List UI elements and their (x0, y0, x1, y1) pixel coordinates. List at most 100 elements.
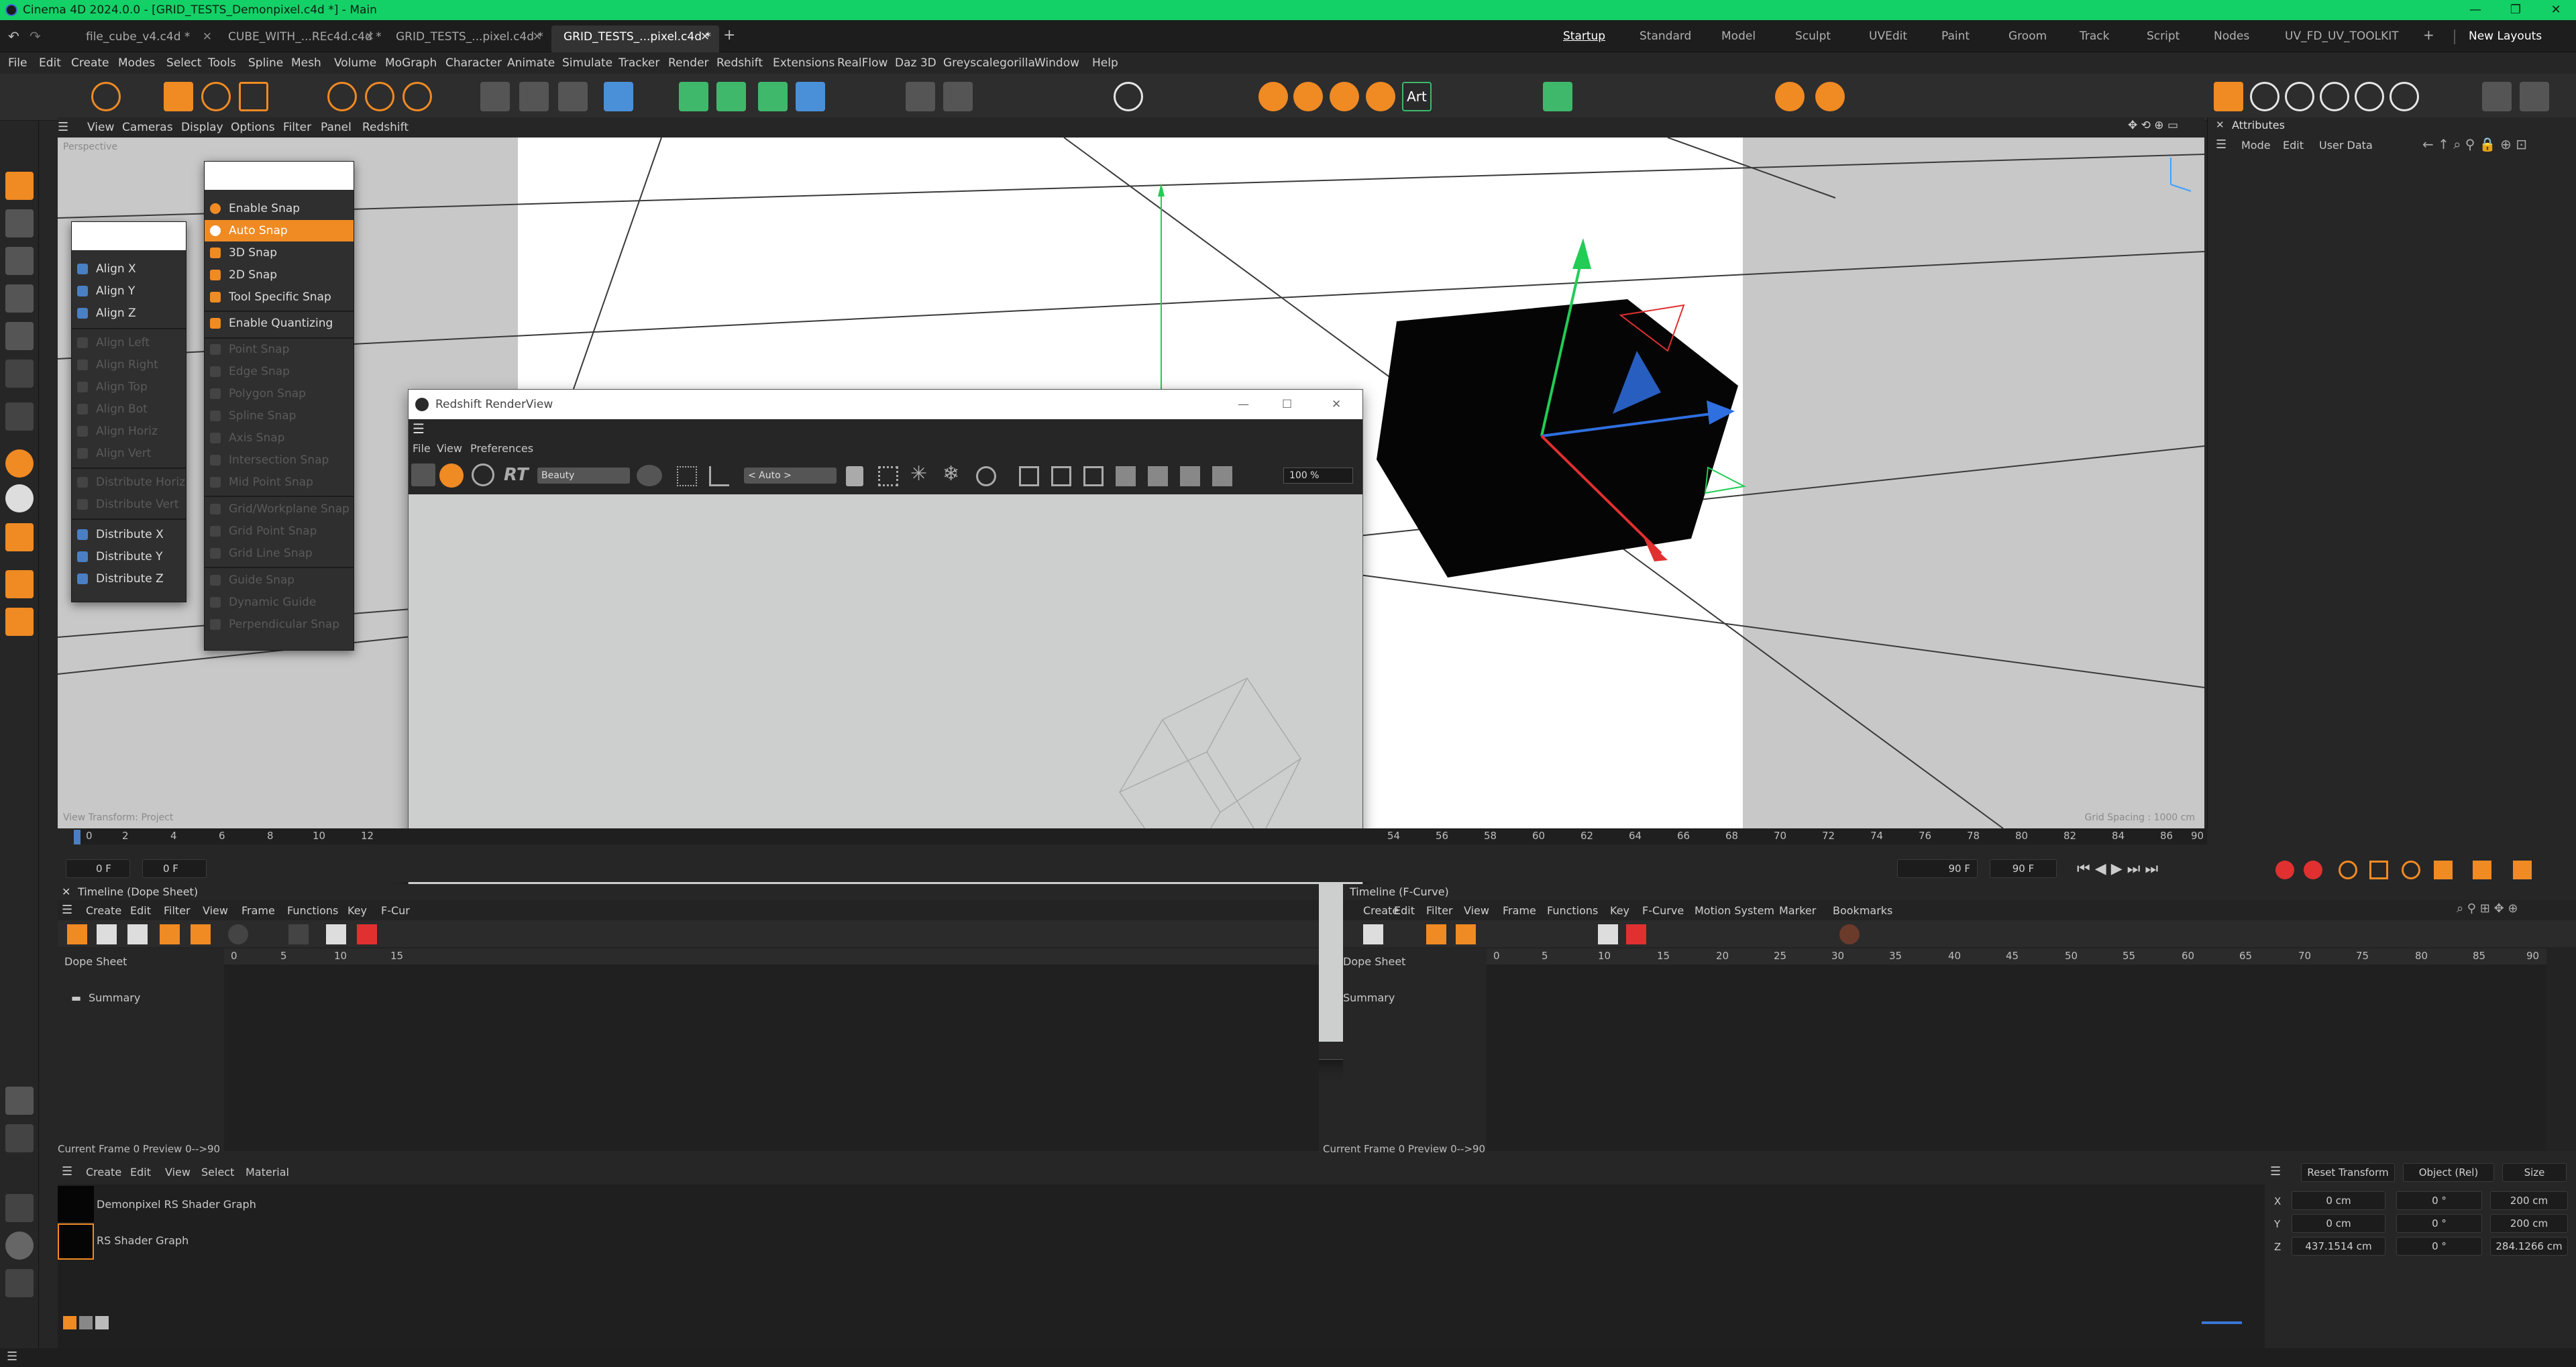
end-frame-field[interactable]: 90 F (1897, 859, 1978, 878)
attributes-nav-icons[interactable]: ← ↑ ⌕ ⚲ 🔒 ⊕ ⊡ (2422, 136, 2527, 152)
keyframe-param-icon[interactable] (2434, 861, 2453, 879)
menu-window[interactable]: Window (1034, 56, 1079, 70)
material-menu-edit[interactable]: Edit (130, 1166, 151, 1179)
dope-menu-key[interactable]: Key (347, 904, 367, 917)
material-name[interactable]: RS Shader Graph (97, 1234, 189, 1247)
scale-tool-icon[interactable] (239, 82, 268, 111)
layout-uvedit[interactable]: UVEdit (1869, 30, 1907, 43)
dope-menu-create[interactable]: Create (86, 904, 121, 917)
add-tab-button[interactable]: + (723, 27, 735, 44)
dope-ruler[interactable] (224, 948, 1319, 965)
subdivision-icon[interactable] (679, 82, 708, 111)
fcurve-menu-bookmarks[interactable]: Bookmarks (1833, 904, 1892, 917)
fcurve-tree-summary[interactable]: Summary (1343, 991, 1395, 1004)
fcurve-tool-icon[interactable] (1426, 924, 1446, 944)
fcurve-menu-motion-system[interactable]: Motion System (1695, 904, 1774, 917)
menu-animate[interactable]: Animate (507, 56, 555, 70)
tool-pulse-icon[interactable] (2214, 82, 2243, 111)
sphere-icon[interactable] (5, 1232, 34, 1260)
axis-mode-icon[interactable] (5, 402, 34, 431)
menu-file[interactable]: File (8, 56, 27, 70)
wave-tool-icon[interactable] (2355, 82, 2384, 111)
doc-tab[interactable]: GRID_TESTS_...pixel.c4d * ✕ (384, 25, 551, 52)
pla-icon[interactable] (2473, 861, 2491, 879)
viewport-menu-view[interactable]: View (87, 121, 114, 134)
renderview-menu-icon[interactable]: ☰ (413, 421, 425, 437)
distribute-y-item[interactable]: Distribute Y (72, 546, 186, 567)
x-axis-lock-icon[interactable] (327, 82, 357, 111)
wave-tool-icon[interactable] (2320, 82, 2349, 111)
close-tab-icon[interactable]: ✕ (700, 25, 710, 48)
aov-select[interactable]: Beauty (537, 468, 630, 484)
wave-tool-icon[interactable] (2390, 82, 2419, 111)
close-tab-icon[interactable]: ✕ (203, 25, 212, 48)
record-icon[interactable] (2275, 861, 2294, 879)
layout-paint[interactable]: Paint (1941, 30, 1970, 43)
dope-menu-edit[interactable]: Edit (130, 904, 151, 917)
keyframe-pos-icon[interactable] (2339, 861, 2357, 879)
snowflake-icon[interactable]: ✳ (910, 462, 927, 486)
fcurve-keys-area[interactable]: 0 5 10 15 20 25 30 35 40 45 50 55 60 65 … (1487, 948, 2546, 1151)
cloner-icon[interactable] (758, 82, 788, 111)
doc-tab[interactable]: file_cube_v4.c4d * ✕ (74, 25, 221, 52)
crop-icon[interactable] (709, 466, 729, 486)
render-settings-icon[interactable] (558, 82, 588, 111)
object-mode-icon[interactable] (5, 172, 34, 200)
dope-tool-icon[interactable] (191, 924, 211, 944)
dope-keys-area[interactable]: 0 5 10 15 (224, 948, 1319, 1151)
size-z-field[interactable]: 284.1266 cm (2490, 1237, 2568, 1256)
wave-tool-icon[interactable] (2250, 82, 2279, 111)
z-axis-lock-icon[interactable] (402, 82, 432, 111)
layout-model[interactable]: Model (1721, 30, 1756, 43)
grid-icon[interactable] (5, 570, 34, 598)
autokey-icon[interactable] (2304, 861, 2322, 879)
menu-mograph[interactable]: MoGraph (385, 56, 437, 70)
art-button[interactable]: Art (1402, 82, 1432, 111)
dope-tool-icon[interactable] (357, 924, 377, 944)
fit-icon[interactable] (1051, 466, 1071, 486)
rotation-b-field[interactable]: 0 ° (2396, 1237, 2482, 1256)
close-tab-icon[interactable]: ✕ (533, 25, 542, 48)
enable-quantizing-item[interactable]: Enable Quantizing (205, 313, 354, 334)
position-x-field[interactable]: 0 cm (2292, 1191, 2385, 1210)
status-menu-icon[interactable]: ☰ (7, 1350, 17, 1364)
redshift-light-icon[interactable] (1258, 82, 1288, 111)
menu-create[interactable]: Create (71, 56, 109, 70)
paint-icon[interactable] (5, 1194, 34, 1222)
zoom-field[interactable]: 100 % (1283, 468, 1353, 484)
rotation-p-field[interactable]: 0 ° (2396, 1214, 2482, 1233)
dope-tool-icon[interactable] (228, 924, 248, 944)
region-icon[interactable] (677, 466, 697, 486)
more-tools-icon[interactable] (2520, 82, 2549, 111)
lock-icon[interactable] (846, 466, 863, 486)
deformer-icon[interactable] (796, 82, 825, 111)
color-mode-icon[interactable] (637, 465, 662, 486)
fcurve-menu-functions[interactable]: Functions (1547, 904, 1598, 917)
renderview-menu-view[interactable]: View (437, 442, 462, 455)
redshift-area-light-icon[interactable] (1366, 82, 1395, 111)
size-y-field[interactable]: 200 cm (2490, 1214, 2568, 1233)
menu-greyscalegorilla[interactable]: Greyscalegorilla (943, 56, 1035, 70)
point-mode-icon[interactable] (5, 284, 34, 313)
align-y-item[interactable]: Align Y (72, 280, 186, 302)
redshift-dome-light-icon[interactable] (1293, 82, 1323, 111)
position-y-field[interactable]: 0 cm (2292, 1214, 2385, 1233)
add-snapshot-icon[interactable] (1148, 466, 1168, 486)
current-frame-field[interactable]: 0 F (142, 859, 207, 878)
material-menu-icon[interactable]: ☰ (62, 1164, 72, 1179)
magnet-icon[interactable] (5, 523, 34, 551)
rt-label[interactable]: RT (504, 465, 529, 485)
auto-snap-item[interactable]: Auto Snap (205, 220, 354, 241)
attributes-menu-mode[interactable]: Mode (2241, 139, 2271, 152)
material-swatch-selected[interactable] (58, 1223, 94, 1260)
render-start-icon[interactable] (439, 463, 464, 488)
layout-track[interactable]: Track (2080, 30, 2109, 43)
layout-groom[interactable]: Groom (2008, 30, 2047, 43)
viewport-menu-icon[interactable]: ☰ (58, 120, 68, 134)
layout-uv-toolkit[interactable]: UV_FD_UV_TOOLKIT (2285, 30, 2399, 43)
renderview-minimize-button[interactable]: — (1238, 390, 1249, 419)
doc-tab-active[interactable]: GRID_TESTS_...pixel.c4d * ✕ (551, 25, 719, 52)
attributes-menu-icon[interactable]: ☰ (2216, 138, 2226, 152)
fcurve-menu-filter[interactable]: Filter (1426, 904, 1453, 917)
playback-controls[interactable]: ⏮ ◀ ▶ ⏭ ⏭ (2077, 861, 2158, 877)
